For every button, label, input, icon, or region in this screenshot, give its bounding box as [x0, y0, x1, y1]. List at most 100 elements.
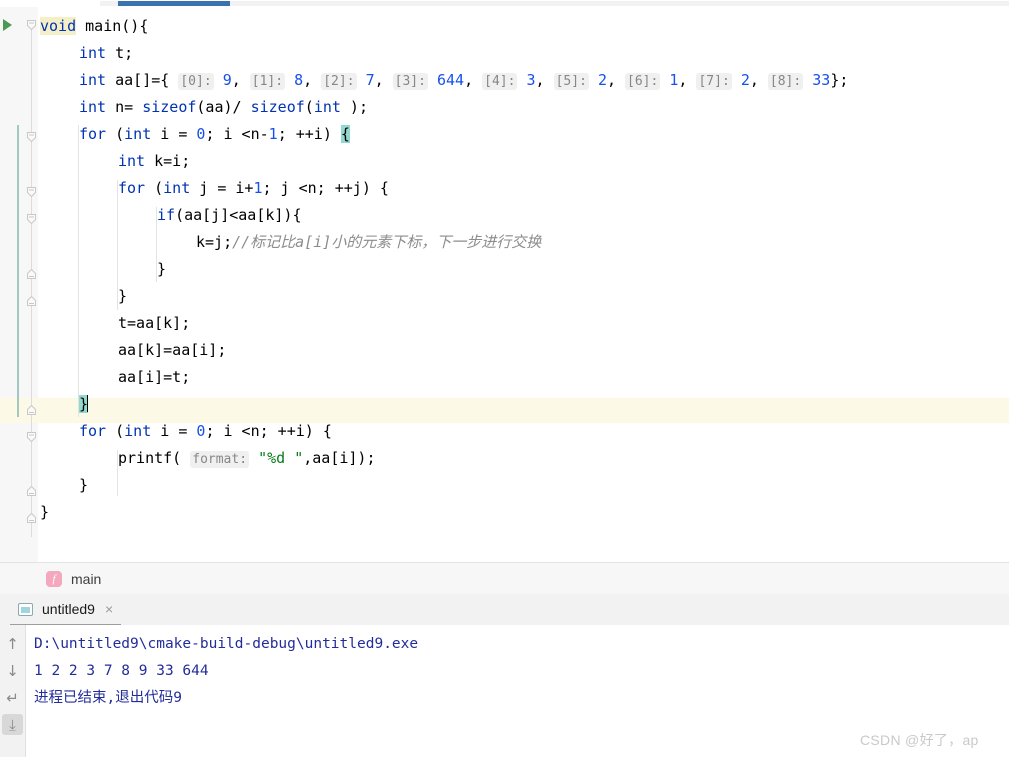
code-line[interactable]: t=aa[k];: [118, 310, 190, 337]
code-token: (aa)/: [196, 98, 251, 116]
code-token: (: [304, 98, 314, 116]
code-token: {: [340, 125, 350, 143]
console-toolbar[interactable]: ↑ ↓ ↵ ⤓: [0, 625, 26, 757]
code-token: 8: [294, 71, 304, 89]
code-token: ,aa[i]);: [303, 449, 376, 467]
scrollbar-thumb[interactable]: [118, 1, 230, 6]
code-token: (: [106, 422, 125, 440]
code-token: for: [79, 125, 107, 143]
code-token: 9: [222, 71, 232, 89]
scroll-to-end-icon-glyph: ⤓: [9, 715, 16, 734]
console-line: 1 2 2 3 7 8 9 33 644: [34, 663, 209, 679]
code-line[interactable]: aa[k]=aa[i];: [118, 337, 226, 364]
code-token: int: [79, 71, 107, 89]
code-token: (: [106, 125, 125, 143]
code-token: 7: [365, 71, 375, 89]
code-token: if: [157, 206, 176, 224]
code-line[interactable]: int aa[]={ [0]: 9, [1]: 8, [2]: 7, [3]: …: [79, 67, 848, 94]
code-token: sizeof: [142, 98, 197, 116]
code-token: n=: [106, 98, 143, 116]
inlay-hint: [7]:: [696, 73, 732, 90]
console-line: 进程已结束,退出代码9: [34, 690, 182, 706]
code-line[interactable]: aa[i]=t;: [118, 364, 190, 391]
code-line[interactable]: }: [118, 283, 127, 310]
code-token: //标记比a[i]小的元素下标，下一步进行交换: [232, 233, 542, 251]
scroll-up-icon[interactable]: ↑: [2, 633, 23, 654]
code-token: ; i <n-: [205, 125, 269, 143]
code-token: j = i+: [190, 179, 254, 197]
code-token: main: [85, 17, 122, 35]
code-token: }: [118, 287, 128, 305]
code-token: ,: [749, 71, 768, 89]
inlay-hint: [1]:: [249, 73, 286, 90]
run-tool-window-tabs[interactable]: untitled9 ×: [0, 594, 1009, 627]
code-token: int: [124, 125, 152, 143]
code-token: int: [313, 98, 341, 116]
code-token: 2: [740, 71, 750, 89]
code-line[interactable]: int t;: [79, 40, 133, 67]
inlay-hint: [4]:: [482, 73, 518, 90]
code-token: 33: [812, 71, 831, 89]
code-token: int: [79, 44, 107, 62]
code-line[interactable]: }: [79, 472, 88, 499]
tab-label: untitled9: [42, 601, 95, 617]
scroll-to-end-icon[interactable]: ⤓: [2, 714, 23, 735]
breadcrumb[interactable]: f main: [0, 562, 1009, 596]
code-line[interactable]: printf( format: "%d ",aa[i]);: [118, 445, 375, 472]
code-line[interactable]: }: [157, 256, 166, 283]
code-token: ; ++i): [277, 125, 341, 143]
code-token: (){: [121, 17, 149, 35]
code-token: for: [118, 179, 146, 197]
inlay-hint: format:: [190, 451, 250, 468]
code-line[interactable]: for (int i = 0; i <n-1; ++i) {: [79, 121, 350, 148]
scrollbar-track[interactable]: [100, 1, 1009, 6]
code-line[interactable]: }: [40, 499, 49, 526]
code-line[interactable]: void main(){: [40, 13, 148, 40]
code-line[interactable]: int k=i;: [118, 148, 190, 175]
function-icon: f: [46, 571, 62, 587]
code-token: 1: [253, 179, 263, 197]
watermark: CSDN @好了，ap: [860, 732, 979, 748]
code-line[interactable]: int n= sizeof(aa)/ sizeof(int );: [79, 94, 368, 121]
code-token: ,: [303, 71, 322, 89]
code-editor[interactable]: void main(){int t; int aa[]={ [0]: 9, [1]…: [0, 7, 1009, 562]
tab-untitled9[interactable]: untitled9 ×: [10, 594, 122, 627]
code-token: i =: [151, 125, 197, 143]
code-token: for: [79, 422, 107, 440]
breadcrumb-label[interactable]: main: [71, 571, 101, 587]
editor-horizontal-scrollbar[interactable]: [0, 0, 1009, 7]
code-line[interactable]: for (int i = 0; i <n; ++i) {: [79, 418, 332, 445]
code-token: i =: [151, 422, 197, 440]
code-token: );: [340, 98, 368, 116]
console-icon: [18, 602, 33, 616]
console-output[interactable]: D:\untitled9\cmake-build-debug\untitled9…: [34, 625, 994, 757]
code-token: aa[k]=aa[i];: [118, 341, 227, 359]
inlay-hint: [0]:: [178, 73, 214, 90]
code-text[interactable]: void main(){int t; int aa[]={ [0]: 9, [1]…: [0, 7, 1009, 562]
scroll-up-icon-glyph: ↑: [6, 634, 19, 653]
code-token: 3: [526, 71, 536, 89]
code-token: ,: [606, 71, 626, 89]
code-token: ,: [464, 71, 483, 89]
code-line[interactable]: if(aa[j]<aa[k]){: [157, 202, 302, 229]
scroll-down-icon[interactable]: ↓: [2, 660, 23, 681]
run-console[interactable]: ↑ ↓ ↵ ⤓ D:\untitled9\cmake-build-debug\unti…: [0, 625, 1009, 757]
code-token: ; i <n; ++i) {: [205, 422, 332, 440]
close-icon[interactable]: ×: [105, 602, 113, 616]
code-token: aa[]={: [106, 71, 179, 89]
soft-wrap-icon[interactable]: ↵: [2, 687, 23, 708]
scroll-down-icon-glyph: ↓: [6, 661, 19, 680]
code-line[interactable]: k=j;//标记比a[i]小的元素下标，下一步进行交换: [196, 229, 541, 256]
code-token: sizeof: [250, 98, 305, 116]
code-token: 644: [437, 71, 465, 89]
code-line[interactable]: }: [79, 391, 89, 418]
soft-wrap-icon-glyph: ↵: [6, 688, 19, 707]
inlay-hint: [8]:: [767, 73, 804, 90]
code-token: }: [79, 476, 89, 494]
code-line[interactable]: for (int j = i+1; j <n; ++j) {: [118, 175, 389, 202]
